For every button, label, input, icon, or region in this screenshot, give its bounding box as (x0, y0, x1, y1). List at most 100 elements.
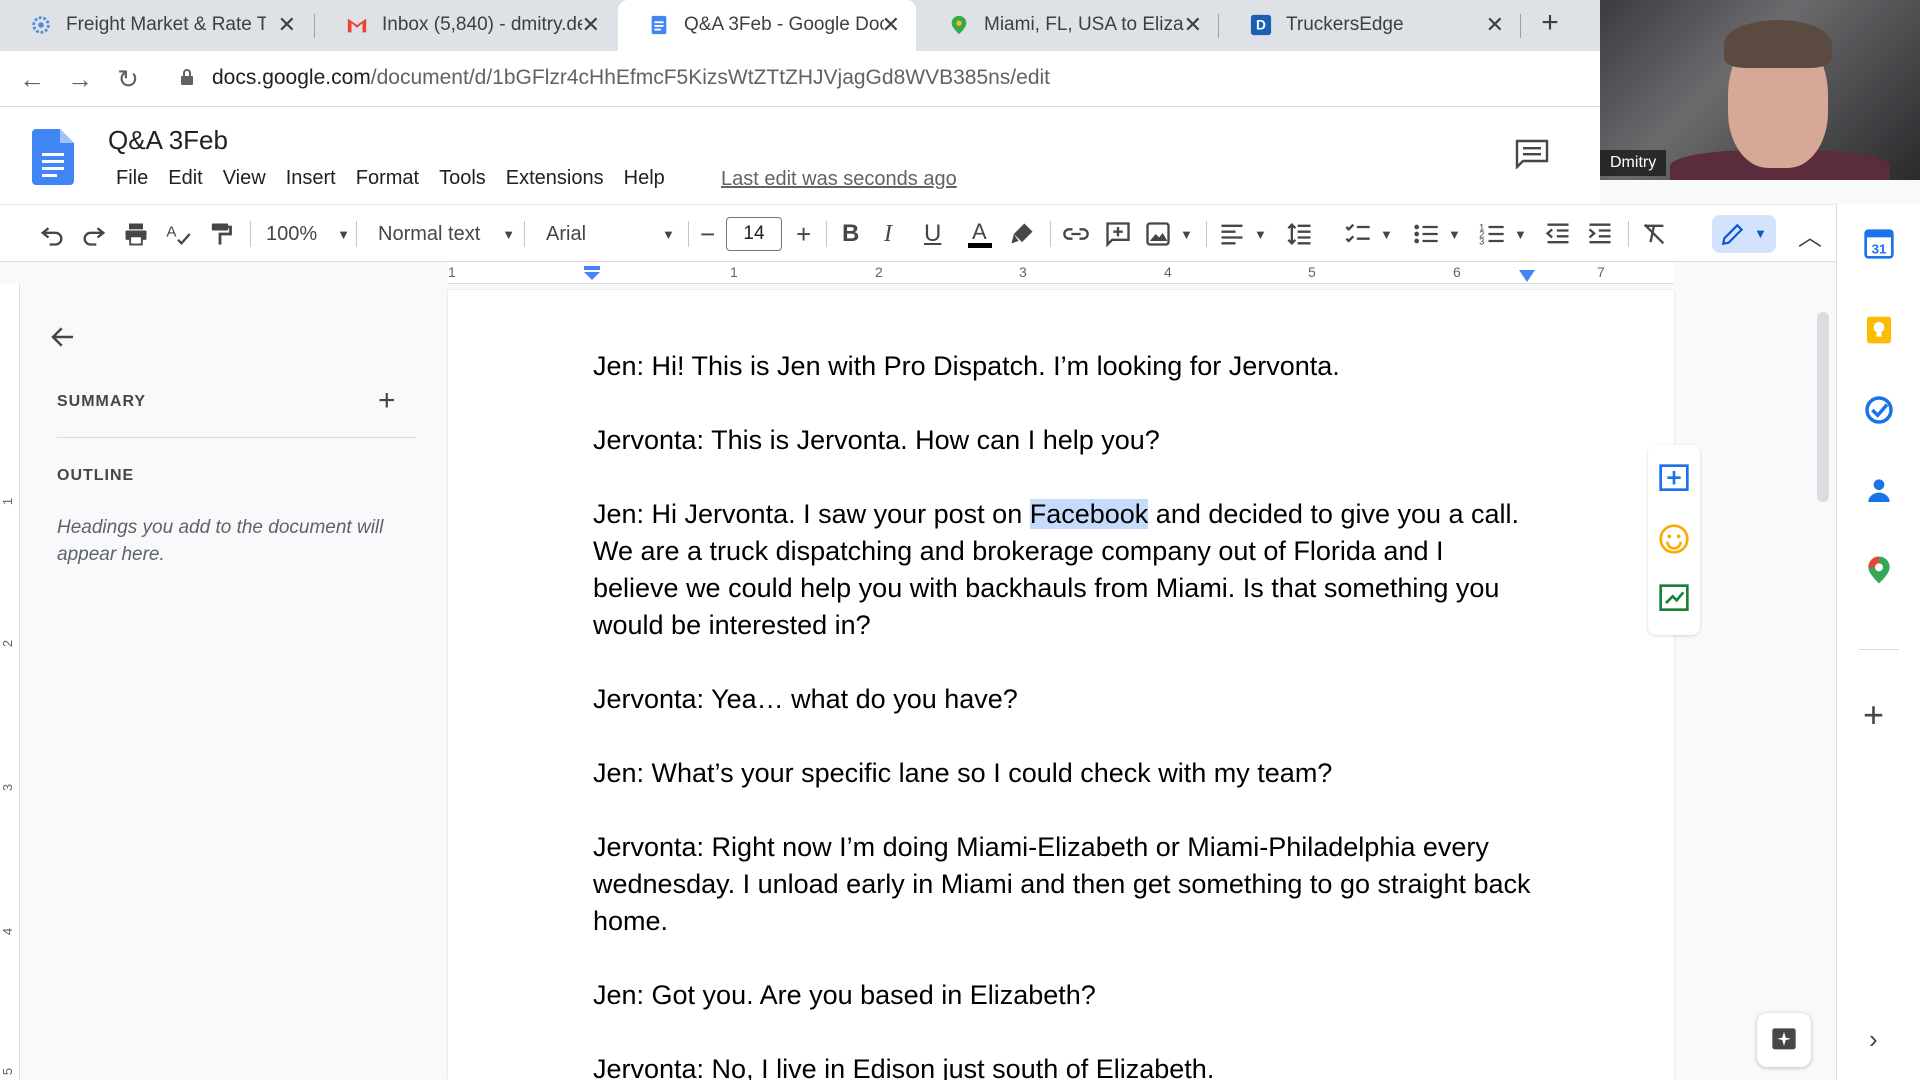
zoom-value: 100% (266, 222, 318, 245)
italic-icon[interactable]: I (884, 219, 892, 249)
chevron-down-icon: ▼ (1754, 226, 1767, 241)
undo-icon[interactable] (38, 219, 66, 249)
print-icon[interactable] (122, 219, 150, 249)
font-family-select[interactable]: Arial ▼ (546, 219, 675, 249)
paragraph-style-select[interactable]: Normal text ▼ (378, 219, 515, 249)
increase-indent-icon[interactable] (1586, 219, 1614, 249)
browser-tab[interactable]: Miami, FL, USA to Elizabet ✕ (918, 0, 1218, 51)
document-title[interactable]: Q&A 3Feb (108, 125, 228, 156)
browser-tab[interactable]: Inbox (5,840) - dmitry.der ✕ (316, 0, 616, 51)
ruler-number: 1 (0, 497, 16, 506)
last-edit-link[interactable]: Last edit was seconds ago (721, 168, 957, 191)
ruler-number: 1 (448, 264, 456, 280)
numbered-list-icon[interactable]: 1 2 3 ▼ (1478, 219, 1527, 249)
line-spacing-icon[interactable] (1286, 219, 1314, 249)
calendar-icon[interactable]: 31 (1863, 228, 1895, 260)
menu-insert[interactable]: Insert (276, 167, 346, 190)
browser-tab[interactable]: D TruckersEdge ✕ (1220, 0, 1520, 51)
hide-menus-chevron-up-icon[interactable]: ︿ (1798, 219, 1822, 251)
text-color-icon[interactable]: A (966, 219, 994, 249)
menu-extensions[interactable]: Extensions (496, 167, 614, 190)
increase-font-size-button[interactable]: + (796, 219, 811, 249)
paragraph[interactable]: Jen: What’s your specific lane so I coul… (593, 755, 1533, 792)
suggest-edits-icon[interactable] (1658, 583, 1690, 615)
side-panel: 31 + › (1836, 204, 1920, 1080)
back-arrow-icon[interactable]: ← (16, 63, 48, 95)
menu-view[interactable]: View (213, 167, 276, 190)
decrease-indent-icon[interactable] (1544, 219, 1572, 249)
tab-separator (1520, 14, 1521, 38)
explore-button[interactable] (1757, 1013, 1811, 1067)
tab-label: Inbox (5,840) - dmitry.der (382, 14, 582, 35)
insert-link-icon[interactable] (1062, 219, 1090, 249)
lock-icon[interactable] (180, 68, 194, 86)
menu-format[interactable]: Format (346, 167, 429, 190)
close-outline-arrow-icon[interactable] (48, 322, 78, 352)
close-icon[interactable]: ✕ (882, 12, 900, 38)
menu-tools[interactable]: Tools (429, 167, 496, 190)
document-body[interactable]: Jen: Hi! This is Jen with Pro Dispatch. … (593, 348, 1533, 1080)
comment-history-icon[interactable] (1515, 139, 1549, 169)
tasks-icon[interactable] (1863, 394, 1895, 426)
highlight-color-icon[interactable] (1008, 219, 1036, 249)
keep-icon[interactable] (1863, 314, 1895, 346)
underline-icon[interactable]: U (924, 219, 941, 249)
font-size-input[interactable]: 14 (726, 217, 782, 251)
menu-help[interactable]: Help (614, 167, 675, 190)
ruler-number: 6 (1453, 264, 1461, 280)
browser-tab[interactable]: Freight Market & Rate Tre ✕ (0, 0, 312, 51)
contacts-icon[interactable] (1863, 474, 1895, 506)
selected-text[interactable]: Facebook (1029, 499, 1149, 529)
right-indent-marker-icon[interactable] (1518, 270, 1536, 282)
maps-icon[interactable] (1863, 554, 1895, 586)
docs-logo-icon[interactable] (32, 129, 74, 185)
align-left-icon[interactable]: ▼ (1218, 219, 1267, 249)
truckersedge-icon: D (1250, 14, 1272, 36)
get-addons-button[interactable]: + (1863, 694, 1884, 736)
chevron-down-icon: ▼ (337, 226, 351, 242)
paragraph[interactable]: Jervonta: No, I live in Edison just sout… (593, 1051, 1533, 1080)
editing-mode-button[interactable]: ▼ (1712, 215, 1776, 253)
chevron-down-icon: ▼ (1448, 226, 1461, 242)
menu-edit[interactable]: Edit (158, 167, 212, 190)
chevron-down-icon: ▼ (1380, 226, 1393, 242)
decrease-font-size-button[interactable]: − (700, 219, 715, 249)
reload-icon[interactable]: ↻ (112, 63, 144, 95)
vertical-ruler[interactable]: 1 2 3 4 5 (0, 284, 20, 1080)
paragraph[interactable]: Jervonta: Yea… what do you have? (593, 681, 1533, 718)
spellcheck-icon[interactable]: A (164, 219, 192, 249)
menu-bar: File Edit View Insert Format Tools Exten… (106, 167, 675, 190)
paragraph[interactable]: Jen: Hi! This is Jen with Pro Dispatch. … (593, 348, 1533, 385)
formatting-toolbar: A 100% ▼ Normal text ▼ Arial ▼ − 14 + B I U… (0, 204, 1840, 262)
insert-image-icon[interactable]: ▼ (1144, 219, 1193, 249)
paragraph[interactable]: Jervonta: Right now I’m doing Miami-Eliz… (593, 829, 1533, 940)
redo-icon[interactable] (80, 219, 108, 249)
left-indent-marker-icon[interactable] (583, 266, 601, 280)
paragraph[interactable]: Jervonta: This is Jervonta. How can I he… (593, 422, 1533, 459)
emoji-reaction-icon[interactable] (1658, 523, 1690, 555)
close-icon[interactable]: ✕ (1184, 12, 1202, 38)
forward-arrow-icon[interactable]: → (64, 63, 96, 95)
menu-file[interactable]: File (106, 167, 158, 190)
url-field[interactable]: docs.google.com/document/d/1bGFlzr4cHhEf… (212, 66, 1050, 90)
paint-format-icon[interactable] (206, 219, 234, 249)
browser-tab-active[interactable]: Q&A 3Feb - Google Docs ✕ (618, 0, 916, 51)
zoom-select[interactable]: 100% ▼ (266, 219, 350, 249)
new-tab-button[interactable]: + (1535, 6, 1565, 44)
bulleted-list-icon[interactable]: ▼ (1412, 219, 1461, 249)
bold-icon[interactable]: B (842, 219, 859, 249)
close-icon[interactable]: ✕ (582, 12, 600, 38)
close-icon[interactable]: ✕ (1486, 12, 1504, 38)
add-comment-icon[interactable] (1104, 219, 1132, 249)
add-summary-button[interactable]: + (378, 384, 396, 418)
clear-formatting-icon[interactable] (1640, 219, 1668, 249)
hide-side-panel-chevron-icon[interactable]: › (1869, 1024, 1878, 1055)
checklist-icon[interactable]: ▼ (1344, 219, 1393, 249)
paragraph[interactable]: Jen: Got you. Are you based in Elizabeth… (593, 977, 1533, 1014)
document-scrollbar[interactable] (1817, 312, 1829, 502)
add-comment-icon[interactable] (1658, 463, 1690, 495)
chevron-down-icon: ▼ (1254, 226, 1267, 242)
paragraph[interactable]: Jen: Hi Jervonta. I saw your post on Fac… (593, 496, 1533, 644)
horizontal-ruler[interactable]: 1 1 2 3 4 5 6 7 (448, 262, 1674, 284)
close-icon[interactable]: ✕ (278, 12, 296, 38)
